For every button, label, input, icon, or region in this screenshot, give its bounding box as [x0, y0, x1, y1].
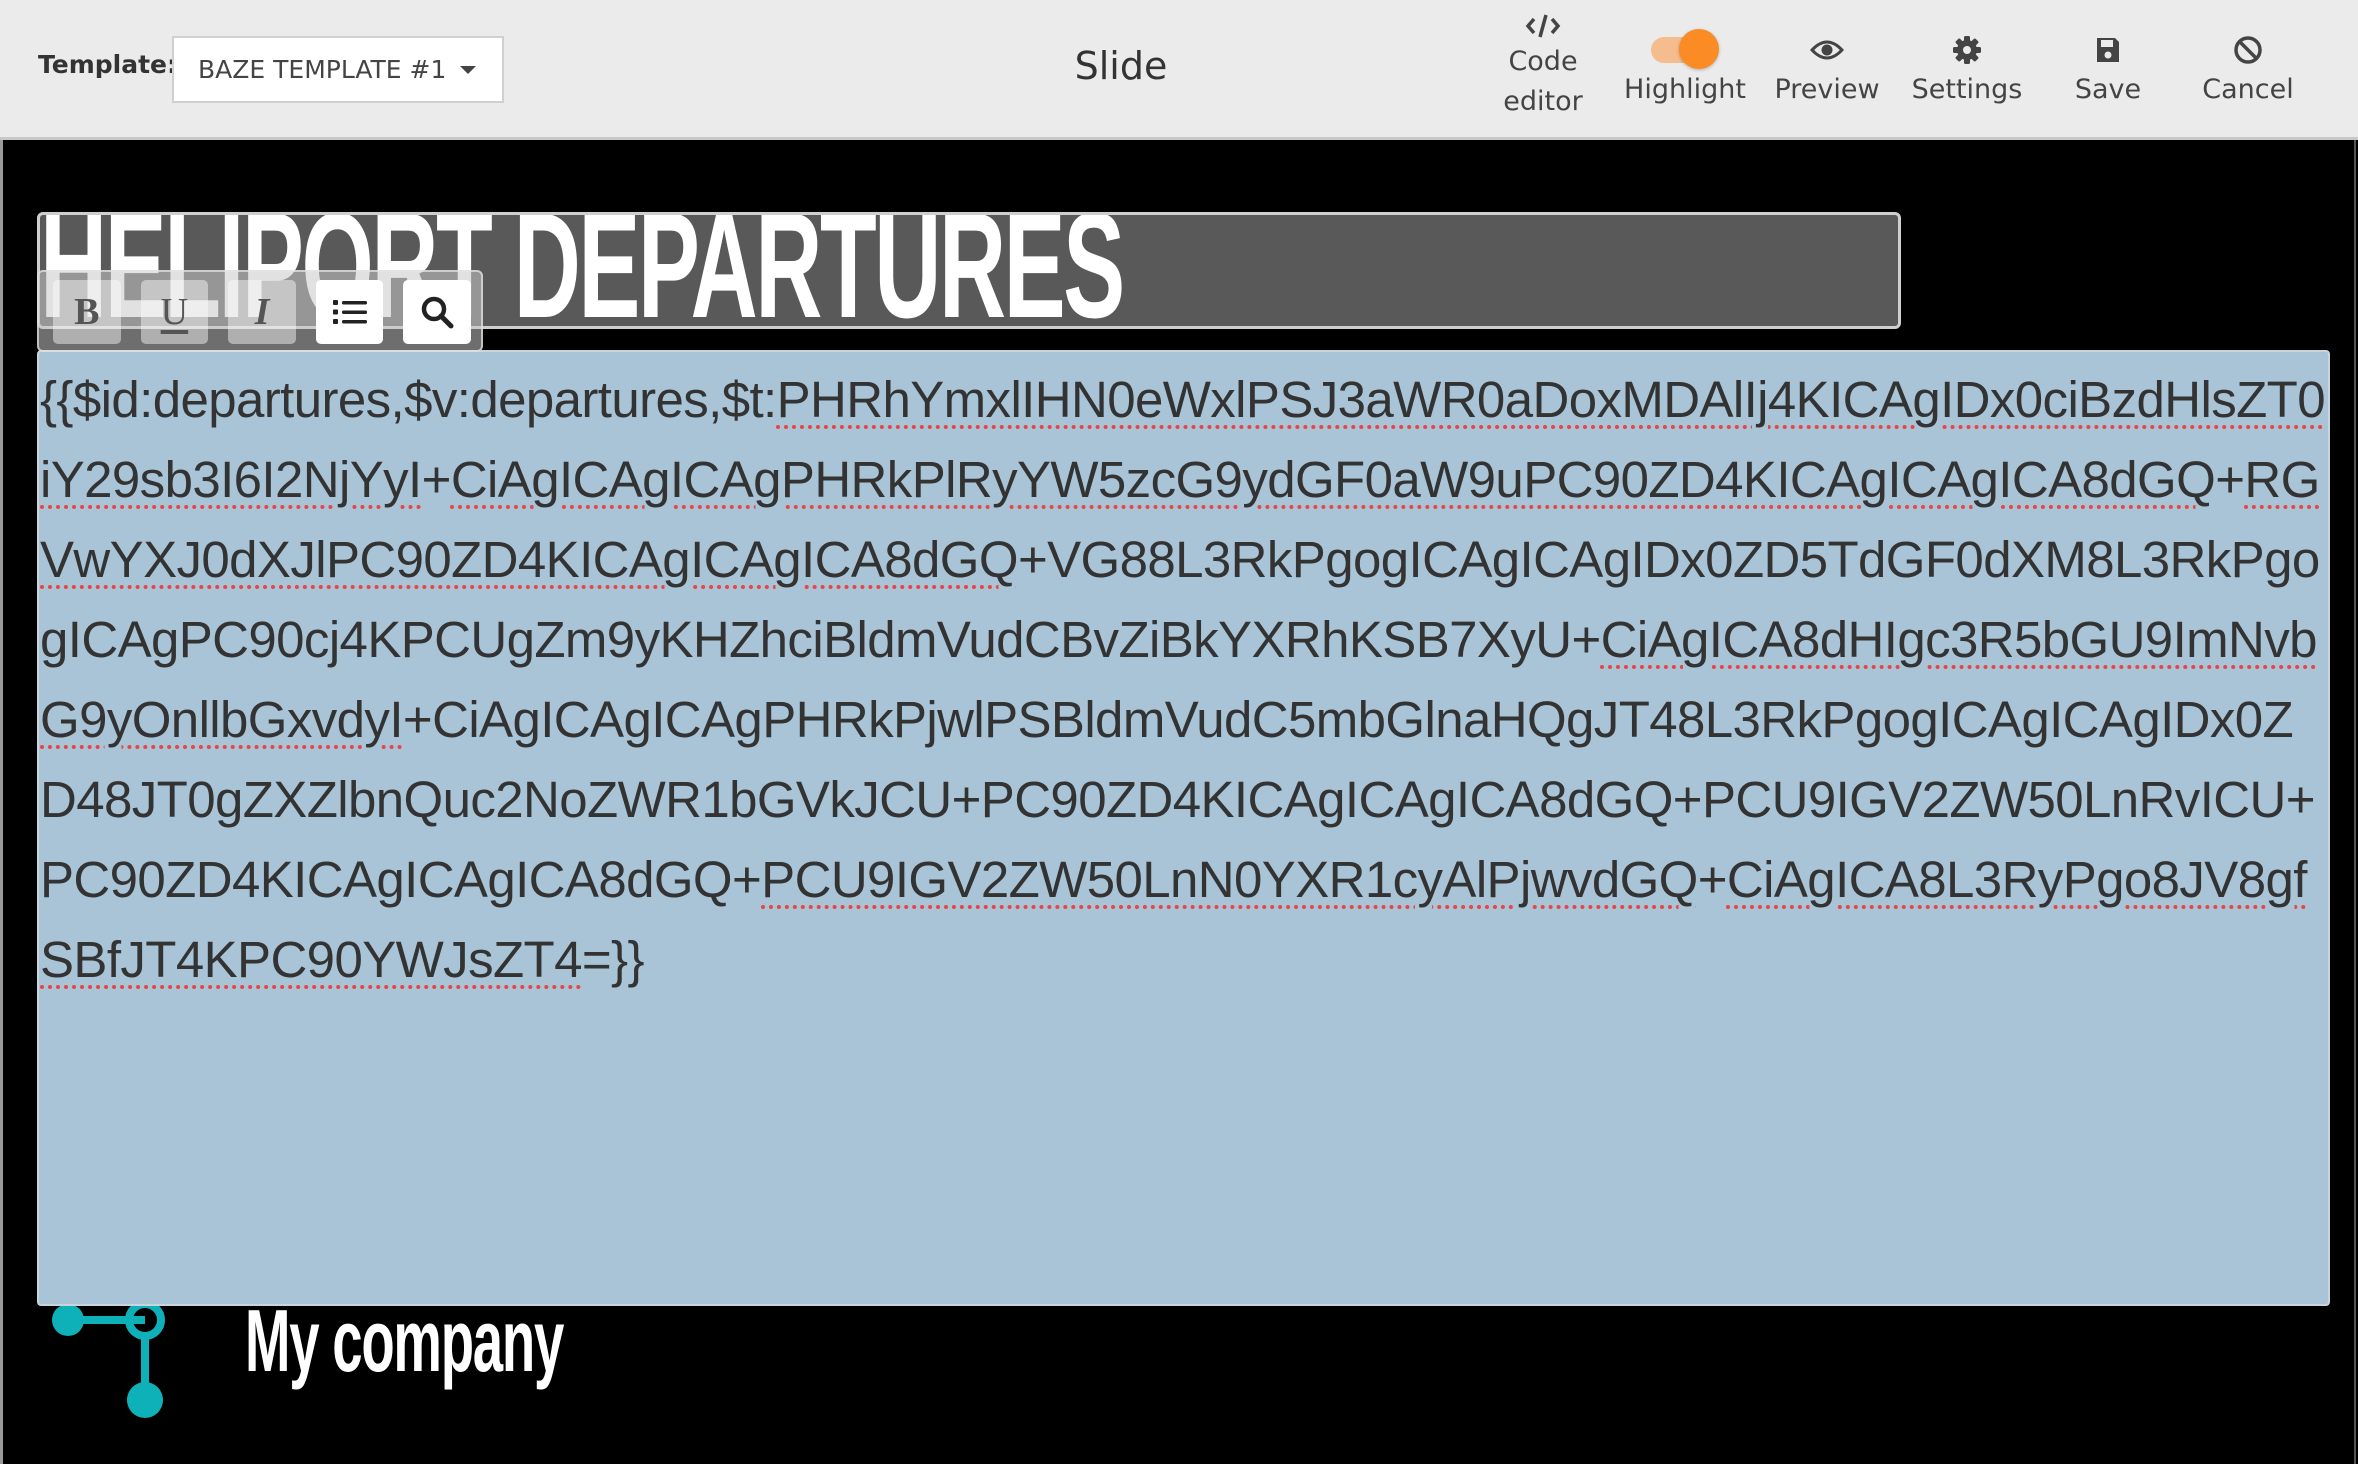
editor-header: Template: BAZE TEMPLATE #1 Slide Code ed…	[0, 0, 2358, 140]
text-segment: =}}	[581, 931, 645, 988]
bold-icon: B	[74, 291, 100, 333]
code-editor-label-line2: editor	[1503, 86, 1583, 117]
text-segment: +	[1697, 851, 1728, 908]
cancel-button[interactable]: Cancel	[2180, 0, 2316, 140]
page-title: Slide	[1074, 44, 1168, 88]
list-button[interactable]	[315, 280, 384, 344]
text-segment: {{$id:departures,$v:departures,$t:	[40, 371, 777, 428]
ban-icon	[2233, 30, 2263, 70]
text-segment: +	[2215, 451, 2245, 508]
misspelled-segment: CiAgICAgICAgPHRkPlRyYW5zcG9ydGF0aW9uPC90…	[450, 451, 2216, 508]
caret-down-icon	[460, 65, 477, 74]
gear-icon	[1952, 30, 1982, 70]
eye-icon	[1810, 30, 1844, 70]
preview-label: Preview	[1774, 74, 1880, 105]
floppy-disk-icon	[2095, 30, 2121, 70]
template-code-content: {{$id:departures,$v:departures,$t:PHRhYm…	[40, 360, 2328, 1000]
code-icon	[1525, 10, 1561, 42]
highlight-switch[interactable]	[1649, 29, 1721, 69]
highlight-label: Highlight	[1624, 74, 1746, 105]
highlight-toggle[interactable]: Highlight	[1620, 0, 1750, 140]
underline-button[interactable]: U	[140, 280, 209, 344]
misspelled-segment: PCU9IGV2ZW50LnN0YXR1cyAlPjwvdGQ	[761, 851, 1698, 908]
settings-label: Settings	[1911, 74, 2023, 105]
italic-icon: I	[254, 291, 270, 333]
text-segment: +	[421, 451, 452, 508]
toggle-knob	[1679, 29, 1719, 69]
format-toolbar: B U I	[37, 270, 483, 352]
underline-icon: U	[160, 291, 189, 333]
preview-button[interactable]: Preview	[1760, 0, 1894, 140]
search-button[interactable]	[403, 280, 471, 344]
save-label: Save	[2074, 74, 2142, 105]
list-icon	[332, 300, 367, 324]
cancel-label: Cancel	[2202, 74, 2294, 105]
bold-button[interactable]: B	[53, 280, 121, 344]
company-logo-icon	[52, 1300, 165, 1418]
settings-button[interactable]: Settings	[1900, 0, 2034, 140]
code-editor-label-line1: Code	[1508, 46, 1578, 77]
code-editor-button[interactable]: Code editor	[1480, 0, 1606, 140]
template-selected-value: BAZE TEMPLATE #1	[198, 55, 447, 84]
save-button[interactable]: Save	[2040, 0, 2176, 140]
italic-button[interactable]: I	[228, 280, 296, 344]
template-code-textarea[interactable]: {{$id:departures,$v:departures,$t:PHRhYm…	[37, 350, 2330, 1306]
template-label: Template:	[38, 50, 177, 79]
template-select[interactable]: BAZE TEMPLATE #1	[172, 36, 504, 103]
search-icon	[421, 296, 454, 329]
